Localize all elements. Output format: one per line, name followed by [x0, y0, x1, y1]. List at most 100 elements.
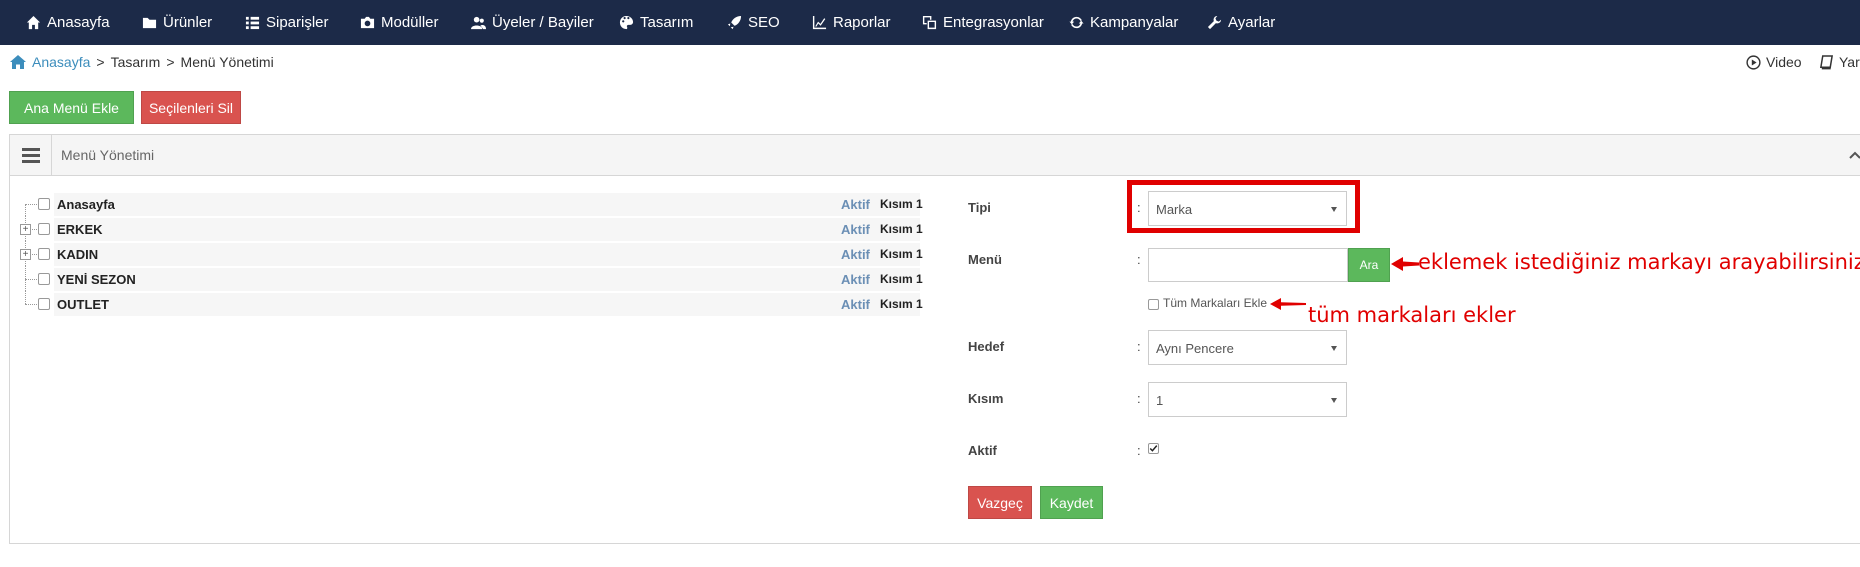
panel-header: Menü Yönetimi	[10, 135, 1860, 176]
tree-row-bar	[54, 243, 920, 266]
tree-row-status[interactable]: Aktif	[841, 197, 870, 212]
active-label: Aktif	[968, 443, 997, 458]
tree-row-name[interactable]: Anasayfa	[57, 197, 115, 212]
video-link[interactable]: Video	[1746, 54, 1802, 70]
nav-item-ayarlar[interactable]: Ayarlar	[1207, 0, 1275, 45]
tree-row-section: Kısım 1	[880, 272, 923, 286]
nav-item-urunler[interactable]: Ürünler	[142, 0, 212, 45]
cancel-button[interactable]: Vazgeç	[968, 486, 1032, 519]
section-select[interactable]: 1	[1148, 382, 1347, 417]
delete-selected-button[interactable]: Seçilenleri Sil	[141, 91, 241, 124]
tree-row-checkbox[interactable]	[38, 198, 50, 210]
section-select-value: 1	[1156, 393, 1164, 408]
nav-item-kampanyalar[interactable]: Kampanyalar	[1069, 0, 1178, 45]
annotation-highlight-box	[1127, 180, 1360, 233]
tree-connector	[25, 204, 39, 205]
tree-row-name[interactable]: YENİ SEZON	[57, 272, 136, 287]
tree-row: Anasayfa Aktif Kısım 1	[20, 193, 923, 216]
nav-item-label: Tasarım	[640, 14, 694, 31]
module-icon	[360, 16, 375, 29]
nav-item-label: Kampanyalar	[1090, 14, 1179, 31]
all-brands-checkbox[interactable]	[1148, 299, 1159, 310]
book-icon	[1819, 54, 1834, 69]
nav-item-label: Modüller	[381, 14, 439, 31]
breadcrumb-item[interactable]: Tasarım	[111, 54, 161, 70]
tree-row-bar	[54, 218, 920, 241]
breadcrumb-separator: >	[96, 54, 105, 70]
type-label: Tipi	[968, 200, 991, 215]
tree-row-checkbox[interactable]	[38, 298, 50, 310]
help-link[interactable]: Yard	[1819, 54, 1860, 70]
tree-row-bar	[54, 293, 920, 316]
form-colon: :	[1137, 252, 1141, 267]
tree-row-name[interactable]: OUTLET	[57, 297, 109, 312]
tree-row-bar	[54, 193, 920, 216]
tree-expand-toggle[interactable]: +	[20, 249, 31, 260]
tree-row-checkbox[interactable]	[38, 223, 50, 235]
nav-item-label: Ürünler	[163, 14, 213, 31]
tree-row-section: Kısım 1	[880, 197, 923, 211]
tree-connector	[25, 204, 26, 216]
home-icon	[26, 15, 41, 30]
nav-item-label: Entegrasyonlar	[943, 14, 1044, 31]
nav-item-siparisler[interactable]: Siparişler	[245, 0, 329, 45]
active-checkbox[interactable]	[1148, 443, 1159, 454]
nav-item-anasayfa[interactable]: Anasayfa	[26, 0, 110, 45]
breadcrumb-home-link[interactable]: Anasayfa	[10, 54, 90, 70]
video-link-label: Video	[1766, 54, 1802, 70]
tree-connector	[25, 304, 39, 305]
menu-label: Menü	[968, 252, 1002, 267]
form-colon: :	[1137, 339, 1141, 354]
target-select-value: Aynı Pencere	[1156, 341, 1234, 356]
tree-row-name[interactable]: ERKEK	[57, 222, 103, 237]
list-icon	[245, 16, 260, 30]
form-colon: :	[1137, 391, 1141, 406]
nav-item-seo[interactable]: SEO	[727, 0, 780, 45]
nav-item-label: SEO	[748, 14, 780, 31]
all-brands-annotation-note: tüm markaları ekler	[1308, 303, 1516, 327]
wrench-icon	[1207, 15, 1222, 30]
menu-search-input[interactable]	[1148, 248, 1348, 282]
tree-row-status[interactable]: Aktif	[841, 297, 870, 312]
nav-item-label: Üyeler / Bayiler	[492, 14, 594, 31]
nav-item-entegrasyonlar[interactable]: Entegrasyonlar	[922, 0, 1044, 45]
help-link-label: Yard	[1839, 54, 1860, 70]
nav-item-moduller[interactable]: Modüller	[360, 0, 439, 45]
add-main-menu-button[interactable]: Ana Menü Ekle	[9, 91, 134, 124]
nav-item-label: Ayarlar	[1228, 14, 1276, 31]
tree-row-section: Kısım 1	[880, 247, 923, 261]
annotation-arrow-icon	[1270, 298, 1306, 310]
nav-item-tasarim[interactable]: Tasarım	[619, 0, 693, 45]
tree-row-status[interactable]: Aktif	[841, 247, 870, 262]
tree-row-section: Kısım 1	[880, 297, 923, 311]
chevron-up-icon[interactable]	[1849, 149, 1860, 161]
play-circle-icon	[1746, 54, 1761, 70]
tree-row-section: Kısım 1	[880, 222, 923, 236]
target-select[interactable]: Aynı Pencere	[1148, 330, 1347, 365]
tree-expand-toggle[interactable]: +	[20, 224, 31, 235]
tree-row: + KADIN Aktif Kısım 1	[20, 241, 923, 266]
tree-row-checkbox[interactable]	[38, 248, 50, 260]
breadcrumb: Anasayfa > Tasarım > Menü Yönetimi	[10, 54, 274, 70]
nav-item-label: Raporlar	[833, 14, 891, 31]
tree-row: + ERKEK Aktif Kısım 1	[20, 216, 923, 241]
tree-row-status[interactable]: Aktif	[841, 222, 870, 237]
users-icon	[471, 16, 486, 30]
save-button[interactable]: Kaydet	[1040, 486, 1103, 519]
nav-item-uyeler-bayiler[interactable]: Üyeler / Bayiler	[471, 0, 594, 45]
annotation-arrow-icon	[1391, 257, 1419, 271]
integration-icon	[922, 15, 937, 30]
nav-item-label: Siparişler	[266, 14, 329, 31]
tree-row-checkbox[interactable]	[38, 273, 50, 285]
search-button[interactable]: Ara	[1348, 248, 1390, 282]
panel-title: Menü Yönetimi	[61, 147, 155, 163]
tree-row-name[interactable]: KADIN	[57, 247, 98, 262]
nav-item-raporlar[interactable]: Raporlar	[812, 0, 891, 45]
section-label: Kısım	[968, 391, 1004, 406]
refresh-icon	[1069, 16, 1084, 29]
folder-icon	[142, 17, 157, 29]
tree-row-status[interactable]: Aktif	[841, 272, 870, 287]
nav-item-label: Anasayfa	[47, 14, 110, 31]
tree-row: OUTLET Aktif Kısım 1	[20, 291, 923, 316]
tree-connector	[25, 279, 39, 280]
